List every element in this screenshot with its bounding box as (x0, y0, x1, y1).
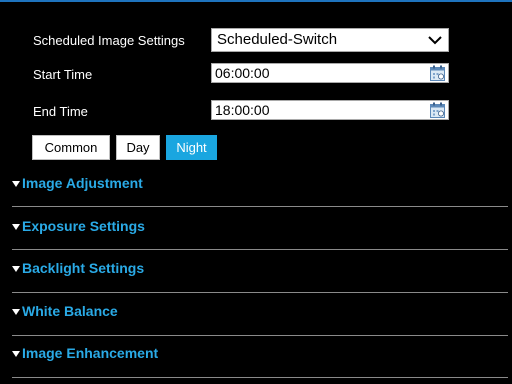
end-time-label: End Time (33, 104, 88, 119)
calendar-icon[interactable] (430, 102, 445, 118)
section-title: Backlight Settings (22, 260, 145, 276)
calendar-icon[interactable] (430, 65, 445, 81)
start-time-field[interactable]: 06:00:00 (211, 63, 449, 83)
caret-down-icon (12, 351, 20, 357)
section-title: Exposure Settings (22, 218, 145, 234)
start-time-value: 06:00:00 (215, 65, 270, 81)
section-exposure-settings[interactable]: Exposure Settings (12, 211, 508, 245)
tab-night[interactable]: Night (166, 135, 217, 160)
caret-down-icon (12, 266, 20, 272)
end-time-value: 18:00:00 (215, 102, 270, 118)
scheduled-image-settings-value: Scheduled-Switch (217, 31, 338, 48)
section-title: Image Enhancement (22, 345, 159, 361)
tab-common[interactable]: Common (32, 135, 110, 160)
divider (12, 377, 508, 378)
section-image-adjustment[interactable]: Image Adjustment (12, 168, 508, 202)
section-backlight-settings[interactable]: Backlight Settings (12, 253, 508, 287)
divider (12, 292, 508, 293)
chevron-down-icon (428, 36, 442, 45)
tab-day[interactable]: Day (116, 135, 160, 160)
start-time-label: Start Time (33, 67, 93, 82)
section-white-balance[interactable]: White Balance (12, 296, 508, 330)
divider (12, 249, 508, 250)
end-time-field[interactable]: 18:00:00 (211, 100, 449, 120)
section-title: White Balance (22, 303, 118, 319)
divider (12, 335, 508, 336)
scheduled-image-settings-label: Scheduled Image Settings (33, 33, 185, 48)
image-settings-panel: Scheduled Image Settings Scheduled-Switc… (0, 0, 512, 384)
scheduled-image-settings-select[interactable]: Scheduled-Switch (211, 28, 449, 52)
divider (12, 206, 508, 207)
caret-down-icon (12, 224, 20, 230)
caret-down-icon (12, 309, 20, 315)
section-image-enhancement[interactable]: Image Enhancement (12, 338, 508, 372)
section-title: Image Adjustment (22, 175, 143, 191)
caret-down-icon (12, 181, 20, 187)
